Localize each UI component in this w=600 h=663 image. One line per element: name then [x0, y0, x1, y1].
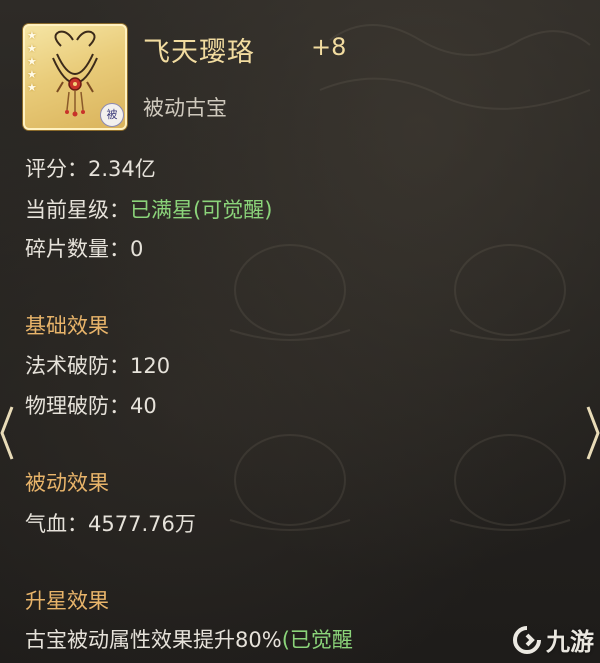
star-up-effect-row: 古宝被动属性效果提升80%(已觉醒 [25, 624, 353, 654]
next-arrow-icon[interactable] [586, 405, 600, 461]
stat-label: 气血： [25, 512, 88, 536]
item-level: +8 [311, 33, 347, 61]
stat-value: 4577.76万 [88, 512, 196, 536]
fragment-value: 0 [130, 237, 144, 261]
jiuyou-logo-icon [513, 625, 541, 654]
passive-badge: 被 [100, 103, 124, 127]
star-up-effect-text: 古宝被动属性效果提升80% [25, 628, 282, 652]
site-watermark: 九游 [512, 622, 594, 657]
watermark-text: 九游 [546, 628, 594, 656]
hp-row: 气血：4577.76万 [25, 508, 196, 538]
item-detail-panel: ★ ★ ★ ★ ★ 被 飞天璎珞 +8 被动古宝 评分：2.34亿 当前星级：已… [0, 0, 600, 663]
item-type: 被动古宝 [143, 96, 227, 120]
star-level-row: 当前星级：已满星(可觉醒) [25, 194, 272, 224]
stat-label: 物理破防： [25, 394, 130, 418]
awaken-status: (已觉醒 [281, 628, 353, 652]
item-icon-frame[interactable]: ★ ★ ★ ★ ★ 被 [23, 24, 127, 130]
item-name: 飞天璎珞 [143, 37, 255, 68]
fragment-row: 碎片数量：0 [25, 233, 143, 263]
score-row: 评分：2.34亿 [25, 153, 156, 183]
physical-penetration-row: 物理破防：40 [25, 390, 157, 420]
base-effect-title: 基础效果 [25, 314, 109, 338]
score-value: 2.34亿 [88, 157, 156, 181]
fragment-label: 碎片数量： [25, 237, 130, 261]
star-level-value: 已满星(可觉醒) [130, 198, 273, 222]
star-up-effect-title: 升星效果 [25, 589, 109, 613]
magic-penetration-row: 法术破防：120 [25, 350, 170, 380]
prev-arrow-icon[interactable] [0, 405, 14, 461]
star-level-label: 当前星级： [25, 198, 130, 222]
passive-effect-title: 被动效果 [25, 471, 109, 495]
stat-label: 法术破防： [25, 354, 130, 378]
stat-value: 40 [130, 394, 157, 418]
score-label: 评分： [25, 157, 88, 181]
stat-value: 120 [130, 354, 171, 378]
